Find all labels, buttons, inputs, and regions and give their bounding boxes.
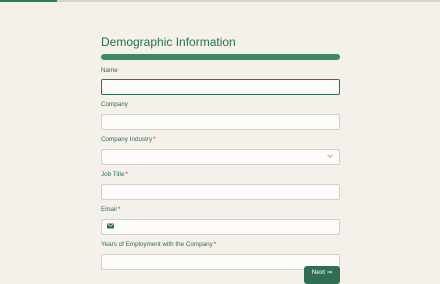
next-button[interactable]: Next ⇒: [304, 266, 340, 284]
company-input[interactable]: [101, 114, 340, 130]
name-label: Name: [101, 67, 118, 74]
demographic-form: Demographic Information Name Company Com…: [101, 34, 340, 270]
industry-field-group: Company Industry*: [101, 136, 340, 165]
job-title-label: Job Title*: [101, 171, 128, 178]
years-field-group: Years of Employment with the Company*: [101, 241, 340, 270]
envelope-icon: [107, 223, 114, 229]
job-title-input[interactable]: [101, 184, 340, 200]
job-title-field-group: Job Title*: [101, 171, 340, 200]
email-label: Email*: [101, 206, 121, 213]
years-label: Years of Employment with the Company*: [101, 241, 217, 248]
form-title: Demographic Information: [101, 35, 236, 49]
name-field-group: Name: [101, 67, 340, 95]
email-input[interactable]: [101, 219, 340, 235]
company-field-group: Company: [101, 101, 340, 130]
required-marker: *: [117, 206, 121, 213]
required-marker: *: [153, 136, 156, 143]
required-marker: *: [125, 171, 128, 178]
form-progress-bar: [0, 0, 440, 2]
section-divider-bar: [101, 54, 340, 60]
required-marker: *: [213, 241, 217, 248]
email-field-group: Email*: [101, 206, 340, 235]
industry-select[interactable]: [101, 149, 340, 165]
industry-label: Company Industry*: [101, 136, 156, 143]
name-input[interactable]: [101, 79, 340, 95]
form-progress-fill: [0, 0, 58, 2]
company-label: Company: [101, 101, 128, 108]
chevron-down-icon: [327, 154, 333, 158]
